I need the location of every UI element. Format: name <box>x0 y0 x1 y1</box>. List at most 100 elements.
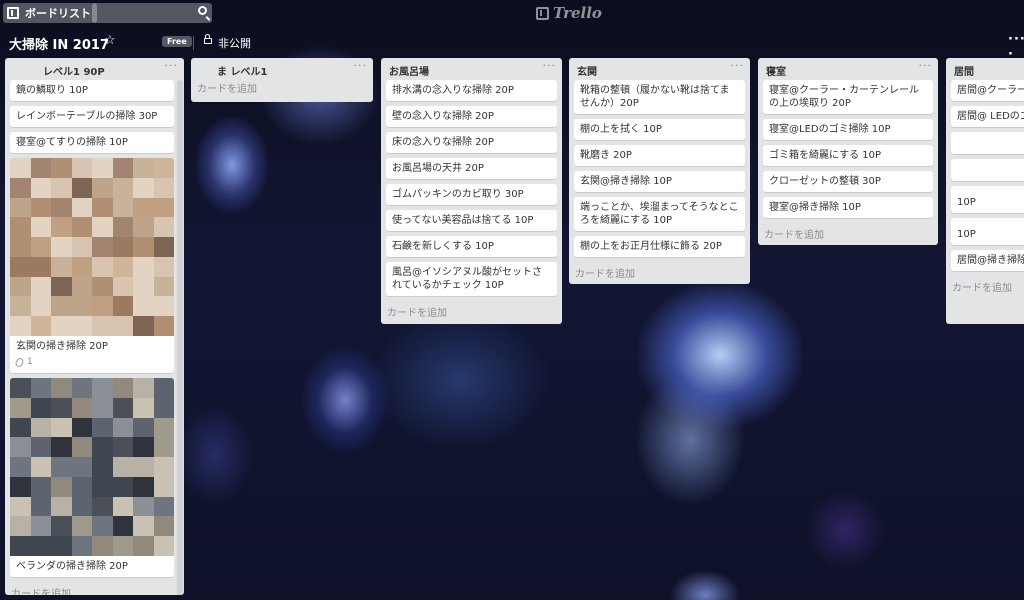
mosaic-pixel <box>153 158 174 178</box>
add-card-button[interactable]: カードを追加 <box>569 262 750 286</box>
mosaic-pixel <box>133 177 154 198</box>
mosaic-pixel <box>92 276 113 297</box>
list-menu-icon[interactable]: ··· <box>543 59 557 72</box>
mosaic-pixel <box>71 378 92 398</box>
card-title: 排水溝の念入りな掃除 20P <box>392 85 514 96</box>
search-icon[interactable] <box>198 6 207 15</box>
list-card[interactable]: 10P <box>951 186 1024 213</box>
mosaic-pixel <box>133 437 154 458</box>
mosaic-pixel <box>112 516 133 537</box>
mosaic-pixel <box>153 276 174 297</box>
card-title: ゴムパッキンのカビ取り 30P <box>392 189 524 200</box>
mosaic-pixel <box>92 177 113 198</box>
list-scrollbar[interactable] <box>177 80 183 595</box>
list-card[interactable]: 靴磨き 20P <box>574 145 745 166</box>
boards-button[interactable]: ボードリスト <box>3 3 97 23</box>
mosaic-pixel <box>133 237 154 257</box>
list-card[interactable]: 端っことか、埃溜まってそうなところを綺麗にする 10P <box>574 197 745 231</box>
list-card[interactable]: 鏡の鱗取り 10P <box>10 80 174 101</box>
list-card[interactable]: ベランダの掃き掃除 20P <box>10 378 174 577</box>
list-card[interactable]: 寝室@クーラー・カーテンレールの上の埃取り 20P <box>763 80 933 114</box>
list-card[interactable]: 壁の念入りな掃除 20P <box>386 106 557 127</box>
free-badge[interactable]: Free <box>162 36 192 47</box>
add-card-button[interactable]: カードを追加 <box>5 582 184 595</box>
list-header[interactable]: レベル1 90P ··· <box>5 58 184 80</box>
list-title[interactable]: 寝室 <box>766 63 786 78</box>
list-card[interactable]: 使ってない美容品は捨てる 10P <box>386 210 557 231</box>
card-cover-image <box>10 378 174 556</box>
mosaic-pixel <box>92 397 113 418</box>
mosaic-pixel <box>92 256 113 277</box>
mosaic-pixel <box>71 536 92 556</box>
list-header[interactable]: 居間 <box>946 58 1024 80</box>
list-menu-icon[interactable]: ··· <box>165 59 179 72</box>
mosaic-pixel <box>51 437 72 458</box>
list-card[interactable]: 寝室@LEDのゴミ掃除 10P <box>763 119 933 140</box>
list-header[interactable]: 寝室 ··· <box>758 58 938 80</box>
card-title: 棚の上を拭く 10P <box>580 124 662 135</box>
card-title: 使ってない美容品は捨てる 10P <box>392 215 534 226</box>
list-menu-icon[interactable]: ··· <box>354 59 368 72</box>
search-input[interactable] <box>92 3 212 23</box>
add-card-button[interactable]: カードを追加 <box>946 276 1024 300</box>
mosaic-pixel <box>30 516 51 537</box>
mosaic-pixel <box>92 536 113 556</box>
list-menu-icon[interactable]: ··· <box>919 59 933 72</box>
mosaic-pixel <box>112 417 133 438</box>
mosaic-pixel <box>133 496 154 517</box>
list-card[interactable]: 10P <box>951 218 1024 245</box>
list-header[interactable]: ま レベル1 ··· <box>191 58 373 80</box>
list-card[interactable]: ゴムパッキンのカビ取り 30P <box>386 184 557 205</box>
card-title: 端っことか、埃溜まってそうなところを綺麗にする 10P <box>580 202 739 226</box>
list-card[interactable]: 寝室@掃き掃除 10P <box>763 197 933 218</box>
mosaic-pixel <box>92 158 113 178</box>
list-card[interactable] <box>951 159 1024 181</box>
list-card[interactable]: クローゼットの整頓 30P <box>763 171 933 192</box>
list-card[interactable]: レインボーテーブルの掃除 30P <box>10 106 174 127</box>
list-title[interactable]: 居間 <box>954 63 974 78</box>
list-title[interactable]: ま レベル1 <box>217 63 267 78</box>
mosaic-pixel <box>92 437 113 458</box>
visibility-button[interactable]: 非公開 <box>218 35 251 51</box>
trello-logo[interactable]: Trello <box>536 4 602 22</box>
add-card-button[interactable]: カードを追加 <box>191 80 373 101</box>
list-header[interactable]: 玄関 ··· <box>569 58 750 80</box>
mosaic-pixel <box>133 316 154 336</box>
add-card-button[interactable]: カードを追加 <box>758 223 938 247</box>
mosaic-pixel <box>153 397 174 418</box>
mosaic-pixel <box>112 197 133 218</box>
list-title[interactable]: お風呂場 <box>389 63 429 78</box>
attachment-icon <box>14 356 25 369</box>
list-card[interactable]: 居間@クーラー・の埃取り 20P <box>951 80 1024 101</box>
list-card[interactable]: 床の念入りな掃除 20P <box>386 132 557 153</box>
list-title[interactable]: 玄関 <box>577 63 597 78</box>
mosaic-pixel <box>153 177 174 198</box>
header-divider <box>193 36 194 50</box>
list-card[interactable]: 寝室@てすりの掃除 10P <box>10 132 174 153</box>
list-card[interactable]: 棚の上をお正月仕様に飾る 20P <box>574 236 745 257</box>
list-header[interactable]: お風呂場 ··· <box>381 58 562 80</box>
list-title[interactable]: レベル1 90P <box>43 63 105 78</box>
list-card[interactable] <box>951 132 1024 154</box>
mosaic-pixel <box>153 296 174 317</box>
list-card[interactable]: 居間@掃き掃除 <box>951 250 1024 271</box>
list-card[interactable]: 風呂@イソシアヌル酸がセットされているかチェック 10P <box>386 262 557 296</box>
list-card[interactable]: 石鹸を新しくする 10P <box>386 236 557 257</box>
list-card[interactable]: 玄関の掃き掃除 20P 1 <box>10 158 174 373</box>
star-icon[interactable]: ☆ <box>104 33 116 48</box>
list-menu-icon[interactable]: ··· <box>731 59 745 72</box>
list-card[interactable]: お風呂場の天井 20P <box>386 158 557 179</box>
mosaic-pixel <box>112 256 133 277</box>
mosaic-pixel <box>10 276 31 297</box>
mosaic-pixel <box>71 177 92 198</box>
board-title[interactable]: 大掃除 IN 2017 <box>9 34 109 53</box>
list-card[interactable]: 排水溝の念入りな掃除 20P <box>386 80 557 101</box>
add-card-button[interactable]: カードを追加 <box>381 301 562 325</box>
list-card[interactable]: ゴミ箱を綺麗にする 10P <box>763 145 933 166</box>
list-card[interactable]: 玄関@掃き掃除 10P <box>574 171 745 192</box>
list-card[interactable]: 棚の上を拭く 10P <box>574 119 745 140</box>
mosaic-pixel <box>51 237 72 257</box>
list-card[interactable]: 靴箱の整頓（履かない靴は捨てませんか）20P <box>574 80 745 114</box>
card-title: ゴミ箱を綺麗にする 10P <box>769 150 882 161</box>
list-card[interactable]: 居間@ LEDのゴ <box>951 106 1024 127</box>
